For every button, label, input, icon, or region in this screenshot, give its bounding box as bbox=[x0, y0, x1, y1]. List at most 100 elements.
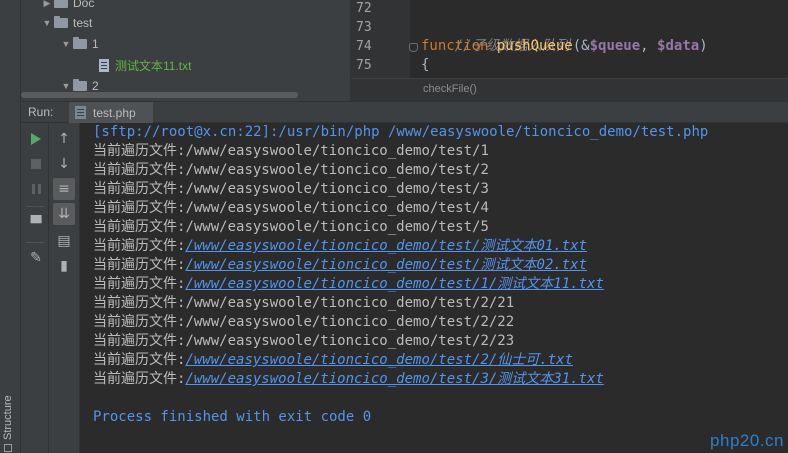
tree-item-file[interactable]: 测试文本11.txt bbox=[99, 55, 191, 75]
project-tree: ▶ Doc ▼ test ▼ 1 测试文本11.txt ▼ 2 bbox=[21, 0, 350, 101]
structure-strip: Structure bbox=[0, 0, 21, 453]
pause-icon bbox=[31, 184, 41, 194]
soft-wrap-icon: ≡ bbox=[58, 181, 70, 197]
structure-tool-button[interactable]: Structure bbox=[2, 395, 14, 452]
layout-button[interactable]: ▀ bbox=[25, 213, 47, 235]
horizontal-scrollbar[interactable] bbox=[21, 92, 298, 98]
console-command-line: [sftp://root@x.cn:22]:/usr/bin/php /www/… bbox=[93, 124, 709, 140]
pin-button[interactable]: ✎ bbox=[25, 247, 47, 269]
scroll-down-button[interactable]: ↓ bbox=[53, 153, 75, 175]
layout-icon: ▀ bbox=[30, 216, 42, 232]
stop-button[interactable] bbox=[25, 153, 47, 175]
folder-icon bbox=[73, 79, 87, 91]
folder-icon bbox=[73, 37, 87, 49]
console-line-prefix: 当前遍历文件: bbox=[93, 276, 186, 292]
console-line: 当前遍历文件:/www/easyswoole/tioncico_demo/tes… bbox=[93, 351, 788, 370]
console-line: 当前遍历文件:/www/easyswoole/tioncico_demo/tes… bbox=[93, 161, 788, 180]
expand-arrow-icon[interactable]: ▶ bbox=[40, 0, 54, 9]
run-tab-test-php[interactable]: test.php bbox=[69, 102, 153, 123]
tree-item-1[interactable]: ▼ 1 bbox=[59, 34, 99, 54]
breadcrumb[interactable]: checkFile() bbox=[351, 78, 788, 101]
arrow-down-icon: ↓ bbox=[58, 156, 70, 172]
line-number: 72 bbox=[356, 1, 372, 16]
console-line-prefix: 当前遍历文件: bbox=[93, 162, 186, 178]
console-line-prefix: 当前遍历文件: bbox=[93, 352, 186, 368]
file-path-link[interactable]: /www/easyswoole/tioncico_demo/test/2/仙士可… bbox=[185, 352, 573, 368]
print-button[interactable]: ▤ bbox=[53, 230, 75, 252]
soft-wrap-button[interactable]: ≡ bbox=[53, 178, 75, 200]
code-variable: $data bbox=[657, 38, 700, 54]
code-punct: , bbox=[640, 38, 658, 54]
structure-icon bbox=[4, 444, 12, 452]
tree-item-label: test bbox=[73, 16, 93, 30]
scroll-to-end-icon: ⇊ bbox=[58, 206, 70, 222]
toolbar-divider bbox=[26, 206, 44, 207]
folder-icon bbox=[54, 16, 68, 28]
console-lines: 当前遍历文件:/www/easyswoole/tioncico_demo/tes… bbox=[93, 142, 788, 389]
file-path-link[interactable]: /www/easyswoole/tioncico_demo/test/测试文本0… bbox=[185, 257, 587, 273]
trash-icon: ▮ bbox=[60, 258, 68, 274]
console-line: 当前遍历文件:/www/easyswoole/tioncico_demo/tes… bbox=[93, 332, 788, 351]
run-toolbar-secondary: ↑ ↓ ≡ ⇊ ▤ ▮ bbox=[49, 123, 80, 453]
play-icon bbox=[31, 133, 41, 145]
console-path: /www/easyswoole/tioncico_demo/test/5 bbox=[185, 219, 489, 235]
console-exit-message: Process finished with exit code 0 bbox=[93, 409, 372, 425]
console-line: 当前遍历文件:/www/easyswoole/tioncico_demo/tes… bbox=[93, 199, 788, 218]
file-path-link[interactable]: /www/easyswoole/tioncico_demo/test/3/测试文… bbox=[185, 371, 603, 387]
console-line-prefix: 当前遍历文件: bbox=[93, 200, 186, 216]
tree-item-label: 1 bbox=[92, 37, 99, 51]
collapse-arrow-icon[interactable]: ▼ bbox=[40, 18, 54, 28]
console-line: 当前遍历文件:/www/easyswoole/tioncico_demo/tes… bbox=[93, 275, 788, 294]
pause-button[interactable] bbox=[25, 178, 47, 200]
watermark: php20.cn bbox=[710, 431, 784, 450]
tree-item-test[interactable]: ▼ test bbox=[40, 13, 92, 33]
scroll-to-end-button[interactable]: ⇊ bbox=[53, 203, 75, 225]
console-line: 当前遍历文件:/www/easyswoole/tioncico_demo/tes… bbox=[93, 180, 788, 199]
scroll-up-button[interactable]: ↑ bbox=[53, 128, 75, 150]
console-line: 当前遍历文件:/www/easyswoole/tioncico_demo/tes… bbox=[93, 370, 788, 389]
file-path-link[interactable]: /www/easyswoole/tioncico_demo/test/测试文本0… bbox=[185, 238, 587, 254]
text-file-icon bbox=[99, 58, 109, 72]
collapse-arrow-icon[interactable]: ▼ bbox=[59, 81, 73, 91]
tree-item-label: Doc bbox=[73, 0, 95, 10]
console-line-prefix: 当前遍历文件: bbox=[93, 238, 186, 254]
fold-marker-icon[interactable] bbox=[409, 43, 418, 52]
console-path: /www/easyswoole/tioncico_demo/test/4 bbox=[185, 200, 489, 216]
console-line: 当前遍历文件:/www/easyswoole/tioncico_demo/tes… bbox=[93, 218, 788, 237]
code-editor[interactable]: 72 73 74 75 //子级数据入队列 function pushQueue… bbox=[350, 0, 788, 101]
code-keyword: function bbox=[421, 38, 489, 54]
console-path: /www/easyswoole/tioncico_demo/test/1 bbox=[185, 143, 489, 159]
tree-item-doc[interactable]: ▶ Doc bbox=[40, 0, 94, 13]
print-icon: ▤ bbox=[57, 233, 71, 249]
console-line-prefix: 当前遍历文件: bbox=[93, 333, 186, 349]
console-path: /www/easyswoole/tioncico_demo/test/2 bbox=[185, 162, 489, 178]
code-line-75: { bbox=[421, 57, 430, 73]
folder-icon bbox=[54, 0, 68, 8]
run-label: Run: bbox=[28, 105, 54, 119]
collapse-arrow-icon[interactable]: ▼ bbox=[59, 39, 73, 49]
console-path: /www/easyswoole/tioncico_demo/test/2/23 bbox=[185, 333, 515, 349]
structure-label: Structure bbox=[2, 395, 14, 440]
rerun-button[interactable] bbox=[25, 128, 47, 150]
code-function-name: pushQueue bbox=[496, 38, 573, 54]
run-panel-header: Run: test.php bbox=[21, 101, 788, 123]
console-line: 当前遍历文件:/www/easyswoole/tioncico_demo/tes… bbox=[93, 237, 788, 256]
arrow-up-icon: ↑ bbox=[58, 131, 70, 147]
run-tab-label: test.php bbox=[93, 105, 136, 120]
php-file-icon bbox=[75, 106, 86, 119]
console-line: 当前遍历文件:/www/easyswoole/tioncico_demo/tes… bbox=[93, 142, 788, 161]
run-toolbar-primary: ▀ ✎ bbox=[21, 123, 49, 453]
line-number-gutter: 72 73 74 75 bbox=[351, 0, 410, 78]
code-punct: ) bbox=[699, 38, 708, 54]
console-line-prefix: 当前遍历文件: bbox=[93, 257, 186, 273]
console-line-prefix: 当前遍历文件: bbox=[93, 143, 186, 159]
tree-item-label: 测试文本11.txt bbox=[115, 58, 192, 73]
file-path-link[interactable]: /www/easyswoole/tioncico_demo/test/1/测试文… bbox=[185, 276, 603, 292]
tree-item-label: 2 bbox=[92, 79, 99, 93]
code-line-74: function pushQueue(&$queue, $data) bbox=[421, 38, 708, 54]
clear-all-button[interactable]: ▮ bbox=[53, 255, 75, 277]
console-output[interactable]: [sftp://root@x.cn:22]:/usr/bin/php /www/… bbox=[81, 123, 788, 453]
console-line-prefix: 当前遍历文件: bbox=[93, 219, 186, 235]
console-line: 当前遍历文件:/www/easyswoole/tioncico_demo/tes… bbox=[93, 313, 788, 332]
line-number: 73 bbox=[356, 20, 372, 35]
